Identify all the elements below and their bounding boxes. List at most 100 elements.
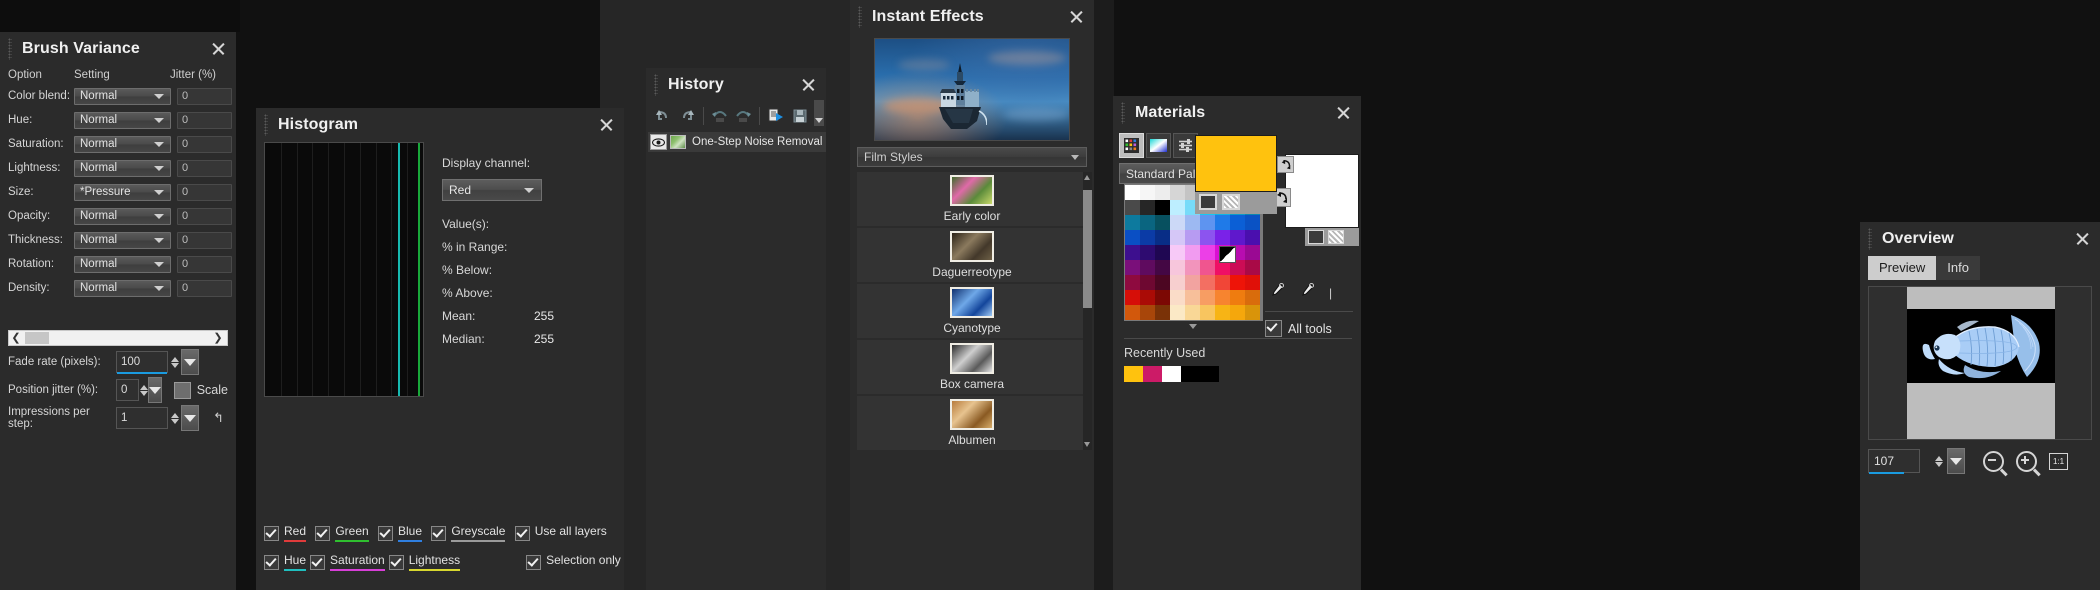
materials-title-bar[interactable]: Materials [1113,96,1361,130]
brush-variance-jitter-input[interactable]: 0 [177,88,232,105]
color-swatch[interactable] [1170,305,1185,320]
color-swatch[interactable] [1215,305,1230,320]
color-swatch[interactable] [1125,230,1140,245]
color-swatch[interactable] [1185,215,1200,230]
background-material-swatch[interactable] [1285,154,1359,228]
brush-variance-jitter-input[interactable]: 0 [177,208,232,225]
brush-variance-jitter-input[interactable]: 0 [177,112,232,129]
brush-variance-jitter-input[interactable]: 0 [177,256,232,273]
histogram-checkbox-red[interactable]: Red [264,524,306,542]
scroll-up-icon[interactable] [1084,175,1090,180]
color-swatch[interactable] [1245,215,1260,230]
visibility-eye-icon[interactable] [650,134,667,150]
instant-effects-item[interactable]: Daguerreotype [857,228,1087,282]
color-swatch[interactable] [1170,230,1185,245]
fade-rate-stepper[interactable] [169,351,181,373]
impressions-dropdown-button[interactable] [181,405,199,431]
history-title-bar[interactable]: History [646,68,826,102]
drag-grip-icon[interactable] [858,6,862,28]
drag-grip-icon[interactable] [264,114,268,136]
color-swatch[interactable] [1155,275,1170,290]
color-swatch[interactable] [1215,290,1230,305]
color-swatch[interactable] [1230,305,1245,320]
color-swatch[interactable] [1200,245,1215,260]
checkbox-box[interactable] [264,526,279,541]
brush-variance-setting-select[interactable]: *Pressure [74,184,171,201]
color-swatch[interactable] [1140,215,1155,230]
close-icon[interactable] [1068,9,1084,25]
histogram-title-bar[interactable]: Histogram [256,108,624,142]
recently-used-swatch[interactable] [1200,366,1219,382]
color-swatch[interactable] [1230,275,1245,290]
color-swatch[interactable] [1185,260,1200,275]
checkbox-box[interactable] [315,526,330,541]
brush-variance-jitter-input[interactable]: 0 [177,184,232,201]
brush-variance-setting-select[interactable]: Normal [74,256,171,273]
display-channel-select[interactable]: Red [442,179,542,201]
color-swatch[interactable] [1125,245,1140,260]
brush-variance-setting-select[interactable]: Normal [74,136,171,153]
color-swatch[interactable] [1170,215,1185,230]
color-swatch[interactable] [1170,245,1185,260]
position-jitter-input[interactable]: 0 [116,379,139,401]
swap-colors-icon-small[interactable] [1277,156,1294,173]
recently-used-swatch[interactable] [1181,366,1200,382]
color-swatch[interactable] [1245,230,1260,245]
color-swatch[interactable] [1140,260,1155,275]
gradient-tab[interactable] [1146,133,1171,158]
color-swatch[interactable] [1215,275,1230,290]
impressions-stepper[interactable] [169,407,181,429]
checkbox-box[interactable] [515,526,530,541]
color-swatch[interactable] [1140,275,1155,290]
histogram-graph[interactable] [264,142,424,397]
color-swatch[interactable] [1155,185,1170,200]
recently-used-swatch[interactable] [1162,366,1181,382]
brush-variance-title-bar[interactable]: Brush Variance [0,32,236,66]
color-swatch[interactable] [1200,290,1215,305]
instant-effects-title-bar[interactable]: Instant Effects [850,0,1094,34]
overview-title-bar[interactable]: Overview [1860,222,2100,256]
color-swatch[interactable] [1155,215,1170,230]
position-jitter-dropdown-button[interactable] [148,377,162,403]
color-swatch[interactable] [1155,245,1170,260]
background-material-dropdown[interactable] [1308,230,1324,244]
checkbox-box[interactable] [310,555,325,570]
one-to-one-icon[interactable]: 1:1 [2049,453,2068,470]
scroll-left-icon[interactable]: ❮ [9,333,23,344]
zoom-out-icon[interactable] [1983,451,2004,472]
brush-variance-jitter-input[interactable]: 0 [177,232,232,249]
history-item[interactable]: One-Step Noise Removal [648,132,826,152]
histogram-checkbox-greyscale[interactable]: Greyscale [431,524,505,542]
color-swatch[interactable] [1185,275,1200,290]
save-quickscript-icon[interactable] [789,105,811,127]
checkbox-box[interactable] [431,526,446,541]
scroll-down-icon[interactable] [1084,442,1090,447]
brush-variance-setting-select[interactable]: Normal [74,88,171,105]
history-toolbar-overflow[interactable] [814,100,824,126]
scroll-thumb[interactable] [25,332,49,344]
zoom-in-icon[interactable] [2016,451,2037,472]
color-swatch[interactable] [1140,245,1155,260]
histogram-checkbox-selection-only[interactable]: Selection only [526,553,621,571]
color-swatch[interactable] [1185,245,1200,260]
instant-effects-category-select[interactable]: Film Styles [857,147,1087,167]
color-swatch[interactable] [1200,305,1215,320]
color-swatch[interactable] [1155,230,1170,245]
scale-checkbox[interactable] [174,382,191,399]
zoom-dropdown-button[interactable] [1947,448,1965,474]
close-icon[interactable] [210,41,226,57]
color-swatch[interactable] [1125,215,1140,230]
instant-effects-item[interactable]: Box camera [857,340,1087,394]
color-swatch[interactable] [1215,230,1230,245]
foreground-material-swatch[interactable] [1195,135,1277,192]
all-tools-row[interactable]: All tools [1265,320,1332,337]
overview-tab-info[interactable]: Info [1936,256,1980,280]
color-swatch[interactable] [1140,305,1155,320]
instant-effects-item[interactable]: Early color [857,172,1087,226]
color-swatch[interactable] [1185,230,1200,245]
color-swatch[interactable] [1245,305,1260,320]
foreground-material-dropdown[interactable] [1199,194,1217,210]
color-swatch[interactable] [1170,290,1185,305]
color-swatch[interactable] [1245,245,1260,260]
color-swatch[interactable] [1125,290,1140,305]
